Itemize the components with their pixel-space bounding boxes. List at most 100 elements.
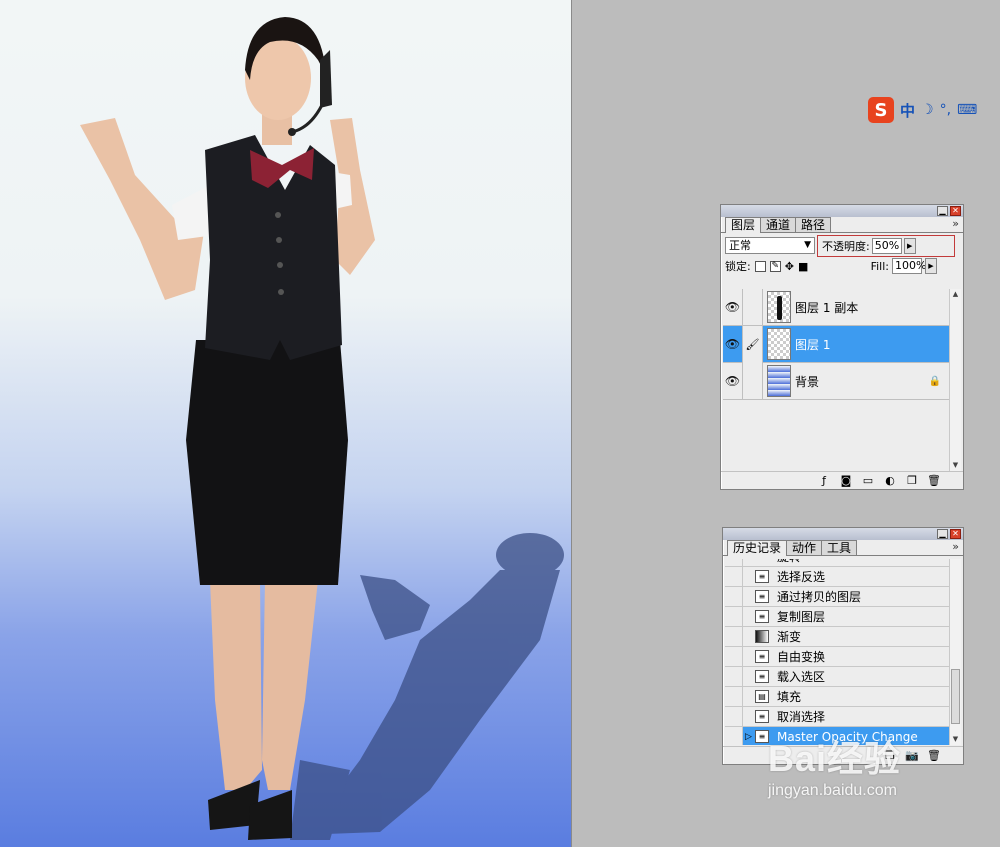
- minimize-icon[interactable]: ▁: [937, 529, 948, 539]
- baidu-watermark: Bai经验 jingyan.baidu.com: [768, 730, 968, 830]
- layer-name: 图层 1: [795, 337, 831, 352]
- link-slot[interactable]: [743, 288, 763, 326]
- lock-row: 锁定: ✎ ✥ ■ Fill: 100% ▶: [721, 257, 963, 275]
- opacity-input[interactable]: 50%: [871, 238, 902, 254]
- trash-icon[interactable]: 🗑: [927, 474, 941, 487]
- keyboard-icon[interactable]: ⌨: [957, 102, 977, 118]
- fill-label: Fill:: [870, 259, 889, 273]
- lock-all-icon[interactable]: ■: [798, 260, 808, 273]
- scroll-down-icon[interactable]: ▼: [950, 460, 961, 471]
- history-tab-bar: 历史记录 动作 工具 »: [723, 540, 963, 556]
- tab-actions[interactable]: 动作: [786, 540, 823, 555]
- lock-position-icon[interactable]: ✥: [785, 260, 794, 273]
- history-item-label: 渐变: [777, 630, 802, 644]
- link-slot[interactable]: [743, 362, 763, 400]
- tab-channels[interactable]: 通道: [760, 217, 797, 232]
- fill-input[interactable]: 100%: [892, 258, 926, 274]
- layers-palette: ▁ ✕ 图层 通道 路径 » 正常 ▼ 不透明度: 50% ▶ 锁定: ✎ ✥ …: [720, 204, 964, 490]
- lock-transparency-icon[interactable]: [754, 260, 766, 272]
- history-step-icon: ≡: [755, 730, 769, 743]
- history-item[interactable]: ≡ 通过拷贝的图层: [725, 586, 949, 607]
- history-step-icon: ≡: [755, 610, 769, 623]
- history-item[interactable]: ≡ 取消选择: [725, 706, 949, 727]
- scroll-thumb[interactable]: [951, 669, 960, 724]
- layer-thumbnail: [767, 328, 791, 360]
- close-icon[interactable]: ✕: [950, 529, 961, 539]
- history-step-icon: ≡: [755, 650, 769, 663]
- blend-opacity-row: 正常 ▼ 不透明度: 50% ▶: [721, 233, 963, 257]
- mask-icon[interactable]: ◙: [839, 474, 853, 487]
- document-canvas[interactable]: [0, 0, 572, 847]
- palette-titlebar[interactable]: ▁ ✕: [723, 528, 963, 540]
- snapshot-checkbox[interactable]: [725, 566, 743, 587]
- history-step-icon: ≡: [755, 670, 769, 683]
- new-layer-icon[interactable]: ❐: [905, 474, 919, 487]
- tab-paths[interactable]: 路径: [795, 217, 832, 232]
- close-icon[interactable]: ✕: [950, 206, 961, 216]
- gradient-icon: [755, 630, 769, 643]
- snapshot-checkbox[interactable]: [725, 586, 743, 607]
- history-item[interactable]: ≡ 选择反选: [725, 566, 949, 587]
- history-item[interactable]: ≡ 载入选区: [725, 666, 949, 687]
- watermark-brand: Bai经验: [768, 738, 902, 779]
- history-item-label: 旋转: [777, 559, 801, 565]
- layer-row[interactable]: 👁 背景 🔒: [723, 362, 949, 400]
- woman-figure: [80, 17, 375, 840]
- tab-tools[interactable]: 工具: [821, 540, 858, 555]
- eye-icon[interactable]: 👁: [723, 362, 743, 400]
- palette-menu-icon[interactable]: »: [952, 217, 959, 230]
- scroll-up-icon[interactable]: [950, 559, 961, 570]
- minimize-icon[interactable]: ▁: [937, 206, 948, 216]
- history-item[interactable]: 渐变: [725, 626, 949, 647]
- snapshot-checkbox[interactable]: [725, 606, 743, 627]
- layer-row[interactable]: 👁 🖌 图层 1: [723, 325, 949, 363]
- fill-slider-toggle[interactable]: ▶: [925, 258, 937, 274]
- history-item-label: 复制图层: [777, 610, 826, 624]
- snapshot-checkbox[interactable]: [725, 646, 743, 667]
- opacity-slider-toggle[interactable]: ▶: [903, 238, 916, 254]
- tab-history[interactable]: 历史记录: [727, 540, 788, 556]
- sogou-logo-icon[interactable]: S: [868, 97, 894, 123]
- punctuation-icon[interactable]: °,: [940, 102, 951, 118]
- history-step-icon: ≡: [755, 590, 769, 603]
- layer-row[interactable]: 👁 图层 1 副本: [723, 288, 949, 326]
- new-group-icon[interactable]: ▭: [861, 474, 875, 487]
- adjustment-icon[interactable]: ◐: [883, 474, 897, 487]
- history-step-icon: ≡: [755, 710, 769, 723]
- history-item-label: 载入选区: [777, 670, 826, 684]
- history-list: 旋转 ≡ 选择反选 ≡ 通过拷贝的图层 ≡ 复制图层 渐变 ≡ 自由变换: [725, 559, 949, 745]
- history-state-pointer-icon: ▷: [745, 731, 752, 742]
- snapshot-checkbox[interactable]: [725, 726, 743, 745]
- palette-titlebar[interactable]: ▁ ✕: [721, 205, 963, 217]
- snapshot-checkbox[interactable]: [725, 686, 743, 707]
- scroll-up-icon[interactable]: ▲: [950, 289, 961, 300]
- history-item-label: 通过拷贝的图层: [777, 590, 862, 604]
- layer-thumbnail: [767, 291, 791, 323]
- snapshot-checkbox[interactable]: [725, 626, 743, 647]
- history-item[interactable]: ≡ 自由变换: [725, 646, 949, 667]
- blend-mode-select[interactable]: 正常 ▼: [725, 236, 815, 254]
- brush-icon[interactable]: 🖌: [743, 325, 763, 363]
- ime-mode-toggle[interactable]: 中: [900, 100, 915, 121]
- history-item-label: 填充: [777, 690, 802, 704]
- snapshot-checkbox[interactable]: [725, 666, 743, 687]
- snapshot-checkbox[interactable]: [725, 706, 743, 727]
- tab-layers[interactable]: 图层: [725, 217, 762, 233]
- history-item[interactable]: ≡ 复制图层: [725, 606, 949, 627]
- layers-scrollbar[interactable]: ▲ ▼: [949, 289, 961, 471]
- moon-icon[interactable]: ☽: [921, 102, 934, 118]
- palette-menu-icon[interactable]: »: [952, 540, 959, 553]
- layer-name: 图层 1 副本: [795, 300, 859, 315]
- eye-icon[interactable]: 👁: [723, 288, 743, 326]
- history-scrollbar[interactable]: ▼: [949, 559, 961, 745]
- eye-icon[interactable]: 👁: [723, 325, 743, 363]
- history-item-label: 取消选择: [777, 710, 826, 724]
- history-item[interactable]: 旋转: [725, 559, 949, 567]
- ime-toolbar[interactable]: S 中 ☽ °, ⌨: [868, 96, 1000, 124]
- add-style-icon[interactable]: ƒ: [817, 474, 831, 487]
- layer-thumbnail: [767, 365, 791, 397]
- layers-bottom-toolbar: ƒ ◙ ▭ ◐ ❐ 🗑: [721, 471, 963, 489]
- lock-brush-icon[interactable]: ✎: [769, 260, 781, 272]
- history-item[interactable]: ▤ 填充: [725, 686, 949, 707]
- blend-mode-value: 正常: [729, 238, 751, 252]
